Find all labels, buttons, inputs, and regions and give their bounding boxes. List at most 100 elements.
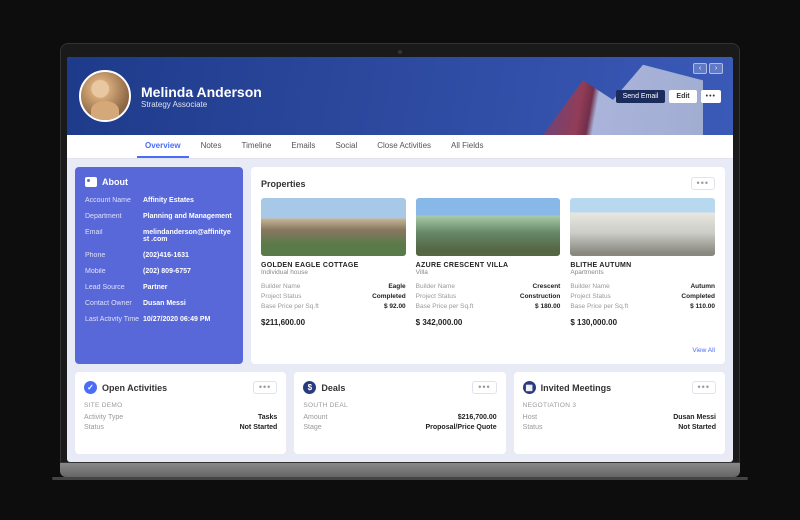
about-row: DepartmentPlanning and Management xyxy=(85,213,233,220)
about-field-value[interactable]: Partner xyxy=(143,284,233,291)
property-type: Apartments xyxy=(570,269,715,276)
view-all-link[interactable]: View All xyxy=(261,347,715,354)
detail-value: Proposal/Price Quote xyxy=(425,424,496,431)
about-row: Lead SourcePartner xyxy=(85,284,233,291)
detail-row: Stage Proposal/Price Quote xyxy=(303,424,496,431)
check-icon: ✓ xyxy=(84,381,97,394)
contact-role: Strategy Associate xyxy=(141,100,262,109)
camera-dot xyxy=(398,50,402,54)
property-card[interactable]: GOLDEN EAGLE COTTAGE Individual house Bu… xyxy=(261,198,406,343)
tab-social[interactable]: Social xyxy=(327,135,365,158)
property-name: AZURE CRESCENT VILLA xyxy=(416,262,561,269)
property-name: BLITHE AUTUMN xyxy=(570,262,715,269)
send-email-button[interactable]: Send Email xyxy=(616,90,666,103)
app-screen: ‹ › Melinda Anderson Strategy Associate … xyxy=(67,57,733,462)
property-price: $ 342,000.00 xyxy=(416,318,561,327)
base-label: Base Price per Sq.ft xyxy=(416,303,474,310)
detail-value: Tasks xyxy=(258,414,277,421)
tab-bar: Overview Notes Timeline Emails Social Cl… xyxy=(67,135,733,159)
detail-row: HostDusan Messi xyxy=(523,414,716,421)
detail-value: $216,700.00 xyxy=(458,414,497,421)
about-row: Last Activity Time10/27/2020 06:49 PM xyxy=(85,316,233,323)
property-card[interactable]: BLITHE AUTUMN Apartments Builder Name Aut… xyxy=(570,198,715,343)
about-field-label: Phone xyxy=(85,252,143,259)
detail-label: Status xyxy=(523,424,543,431)
tab-notes[interactable]: Notes xyxy=(193,135,230,158)
prev-record-button[interactable]: ‹ xyxy=(693,63,707,74)
tab-emails[interactable]: Emails xyxy=(283,135,323,158)
tab-timeline[interactable]: Timeline xyxy=(233,135,279,158)
about-field-value[interactable]: Planning and Management xyxy=(143,213,233,220)
avatar[interactable] xyxy=(79,70,131,122)
detail-label: Amount xyxy=(303,414,327,421)
about-field-label: Mobile xyxy=(85,268,143,275)
meetings-panel: ▦ Invited Meetings ••• NEGOTIATION 3 Host… xyxy=(514,372,725,454)
status-value: Completed xyxy=(681,293,715,300)
about-field-value[interactable]: melindanderson@affinityest .com xyxy=(143,229,233,243)
about-field-label: Last Activity Time xyxy=(85,316,143,323)
about-title: About xyxy=(102,177,128,187)
property-type: Villa xyxy=(416,269,561,276)
base-label: Base Price per Sq.ft xyxy=(570,303,628,310)
about-field-value[interactable]: (202) 809-6757 xyxy=(143,268,233,275)
status-label: Project Status xyxy=(261,293,301,300)
builder-value: Eagle xyxy=(388,283,405,290)
tab-overview[interactable]: Overview xyxy=(137,135,189,158)
property-card[interactable]: AZURE CRESCENT VILLA Villa Builder Name C… xyxy=(416,198,561,343)
about-row: Emailmelindanderson@affinityest .com xyxy=(85,229,233,243)
deals-panel: $ Deals ••• SOUTH DEAL Amount $216,700.00 S… xyxy=(294,372,505,454)
profile-hero: ‹ › Melinda Anderson Strategy Associate … xyxy=(67,57,733,135)
base-value: $ 92.00 xyxy=(384,303,406,310)
detail-row: Activity TypeTasks xyxy=(84,414,277,421)
contact-card-icon xyxy=(85,177,97,187)
property-type: Individual house xyxy=(261,269,406,276)
base-value: $ 180.00 xyxy=(535,303,560,310)
about-field-value[interactable]: 10/27/2020 06:49 PM xyxy=(143,316,233,323)
about-field-value[interactable]: Affinity Estates xyxy=(143,197,233,204)
detail-row: Amount $216,700.00 xyxy=(303,414,496,421)
dollar-icon: $ xyxy=(303,381,316,394)
contact-name: Melinda Anderson xyxy=(141,84,262,100)
meetings-more-icon[interactable]: ••• xyxy=(692,381,716,394)
calendar-icon: ▦ xyxy=(523,381,536,394)
about-field-value[interactable]: (202)416-1631 xyxy=(143,252,233,259)
more-actions-button[interactable]: ••• xyxy=(701,90,721,103)
detail-value: Not Started xyxy=(678,424,716,431)
about-field-label: Contact Owner xyxy=(85,300,143,307)
about-row: Phone(202)416-1631 xyxy=(85,252,233,259)
about-field-label: Lead Source xyxy=(85,284,143,291)
status-value: Construction xyxy=(520,293,560,300)
base-label: Base Price per Sq.ft xyxy=(261,303,319,310)
tab-all-fields[interactable]: All Fields xyxy=(443,135,491,158)
deals-more-icon[interactable]: ••• xyxy=(472,381,496,394)
property-image xyxy=(570,198,715,256)
properties-more-icon[interactable]: ••• xyxy=(691,177,715,190)
about-field-label: Account Name xyxy=(85,197,143,204)
detail-value: Dusan Messi xyxy=(673,414,716,421)
deal-name[interactable]: SOUTH DEAL xyxy=(303,402,496,409)
builder-label: Builder Name xyxy=(416,283,455,290)
detail-value: Not Started xyxy=(240,424,278,431)
meeting-name[interactable]: NEGOTIATION 3 xyxy=(523,402,716,409)
properties-title: Properties xyxy=(261,179,306,189)
about-row: Mobile(202) 809-6757 xyxy=(85,268,233,275)
deals-title: Deals xyxy=(321,383,345,393)
tab-close-activities[interactable]: Close Activities xyxy=(369,135,439,158)
meetings-title: Invited Meetings xyxy=(541,383,612,393)
open-activities-title: Open Activities xyxy=(102,383,167,393)
activity-name[interactable]: SITE DEMO xyxy=(84,402,277,409)
about-field-value[interactable]: Dusan Messi xyxy=(143,300,233,307)
builder-value: Autumn xyxy=(690,283,715,290)
detail-label: Stage xyxy=(303,424,321,431)
detail-label: Status xyxy=(84,424,104,431)
status-label: Project Status xyxy=(570,293,610,300)
detail-row: Status Not Started xyxy=(84,424,277,431)
property-name: GOLDEN EAGLE COTTAGE xyxy=(261,262,406,269)
about-panel: About Account NameAffinity Estates Depart… xyxy=(75,167,243,364)
open-activities-more-icon[interactable]: ••• xyxy=(253,381,277,394)
edit-button[interactable]: Edit xyxy=(669,90,696,103)
property-price: $ 130,000.00 xyxy=(570,318,715,327)
builder-label: Builder Name xyxy=(570,283,609,290)
property-image xyxy=(416,198,561,256)
next-record-button[interactable]: › xyxy=(709,63,723,74)
